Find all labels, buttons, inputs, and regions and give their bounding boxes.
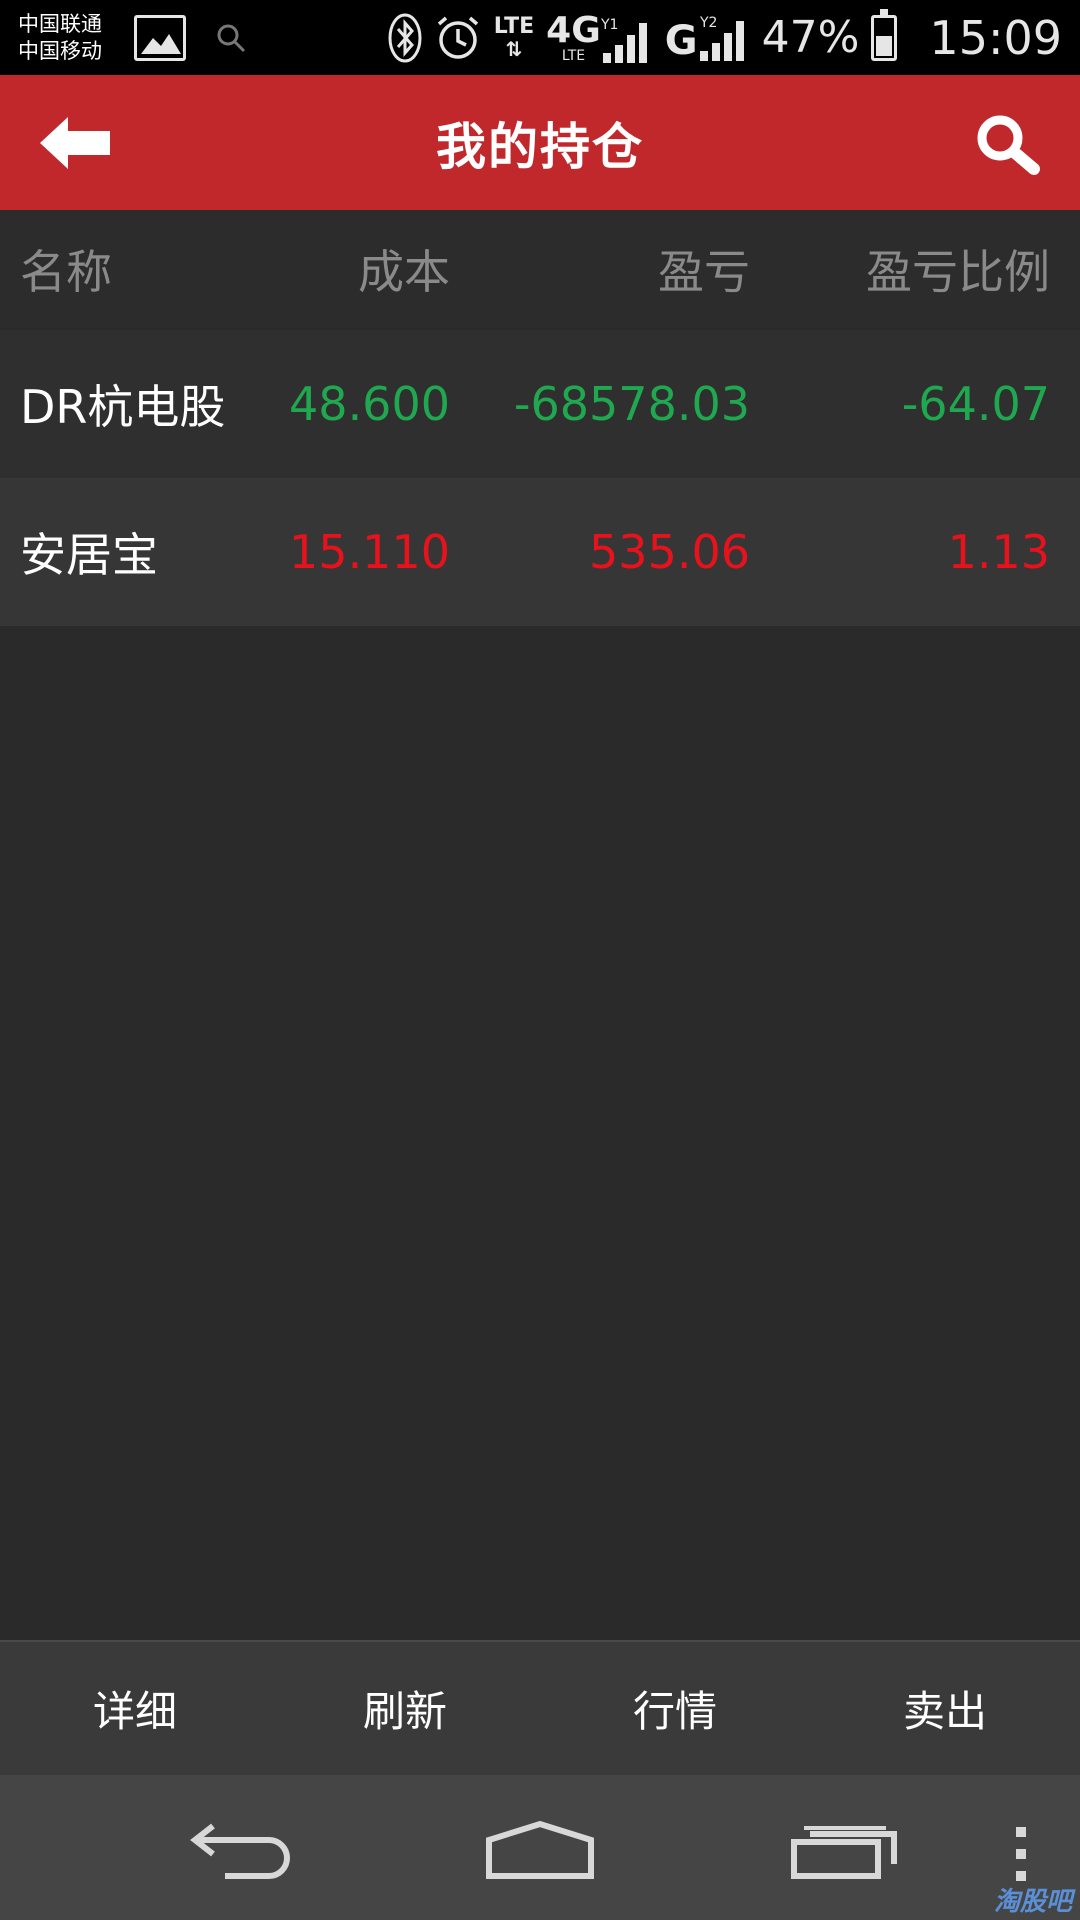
nav-recent-apps-icon[interactable] bbox=[790, 1820, 900, 1880]
quote-button[interactable]: 行情 bbox=[540, 1642, 810, 1775]
navigation-bar: 淘股吧 bbox=[0, 1775, 1080, 1920]
table-header: 名称 成本 盈亏 盈亏比例 bbox=[0, 210, 1080, 328]
stock-name: 安居宝 bbox=[20, 528, 158, 582]
watermark-logo: 淘股吧 bbox=[993, 1887, 1072, 1917]
lte-indicator: LTE ⇅ bbox=[493, 13, 535, 61]
nav-back-icon[interactable] bbox=[185, 1820, 295, 1880]
carrier-2: 中国移动 bbox=[18, 38, 102, 63]
svg-text:Y1: Y1 bbox=[601, 17, 618, 33]
stock-pl: -68578.03 bbox=[513, 377, 750, 431]
column-cost: 成本 bbox=[358, 245, 450, 299]
stock-name: DR杭电股 bbox=[20, 380, 226, 434]
stock-pl-ratio: 1.13 bbox=[947, 525, 1050, 579]
svg-text:Y2: Y2 bbox=[699, 15, 717, 31]
status-bar: 中国联通 中国移动 LTE ⇅ 4G LTE Y1 G Y2 47% 15:09 bbox=[0, 0, 1080, 75]
search-icon[interactable] bbox=[974, 113, 1042, 175]
column-pl: 盈亏 bbox=[658, 245, 750, 299]
table-row[interactable]: 安居宝 15.110 535.06 1.13 bbox=[0, 478, 1080, 626]
stock-pl: 535.06 bbox=[589, 525, 750, 579]
nav-menu-icon[interactable] bbox=[1010, 1825, 1032, 1885]
back-arrow-icon[interactable] bbox=[40, 115, 120, 171]
stock-pl-ratio: -64.07 bbox=[901, 377, 1050, 431]
sell-button[interactable]: 卖出 bbox=[810, 1642, 1080, 1775]
carrier-labels: 中国联通 中国移动 bbox=[18, 11, 128, 65]
alarm-icon bbox=[437, 16, 478, 59]
app-header: 我的持仓 bbox=[0, 75, 1080, 210]
table-row[interactable]: DR杭电股 48.600 -68578.03 -64.07 bbox=[0, 330, 1080, 478]
page-title: 我的持仓 bbox=[436, 117, 644, 176]
stock-cost: 48.600 bbox=[289, 377, 450, 431]
nav-home-icon[interactable] bbox=[485, 1820, 595, 1880]
network-4g-indicator: 4G LTE Y1 bbox=[546, 12, 653, 63]
search-notification-icon bbox=[217, 24, 246, 52]
carrier-1: 中国联通 bbox=[18, 11, 102, 36]
detail-button[interactable]: 详细 bbox=[0, 1642, 270, 1775]
refresh-button[interactable]: 刷新 bbox=[270, 1642, 540, 1775]
bluetooth-icon bbox=[388, 13, 422, 62]
network-g-indicator: G Y2 bbox=[665, 15, 750, 61]
battery-percent: 47% bbox=[761, 12, 860, 63]
gallery-notification-icon bbox=[134, 14, 186, 61]
action-bar: 详细 刷新 行情 卖出 bbox=[0, 1640, 1080, 1775]
battery-icon bbox=[871, 8, 898, 61]
app-root: 中国联通 中国移动 LTE ⇅ 4G LTE Y1 G Y2 47% 15:09… bbox=[0, 0, 1080, 1920]
stock-cost: 15.110 bbox=[289, 525, 450, 579]
signal-2-icon: Y2 bbox=[699, 15, 744, 61]
signal-1-icon: Y1 bbox=[601, 17, 647, 63]
clock: 15:09 bbox=[929, 10, 1062, 65]
column-pl-ratio: 盈亏比例 bbox=[866, 245, 1050, 299]
column-name: 名称 bbox=[20, 245, 112, 299]
